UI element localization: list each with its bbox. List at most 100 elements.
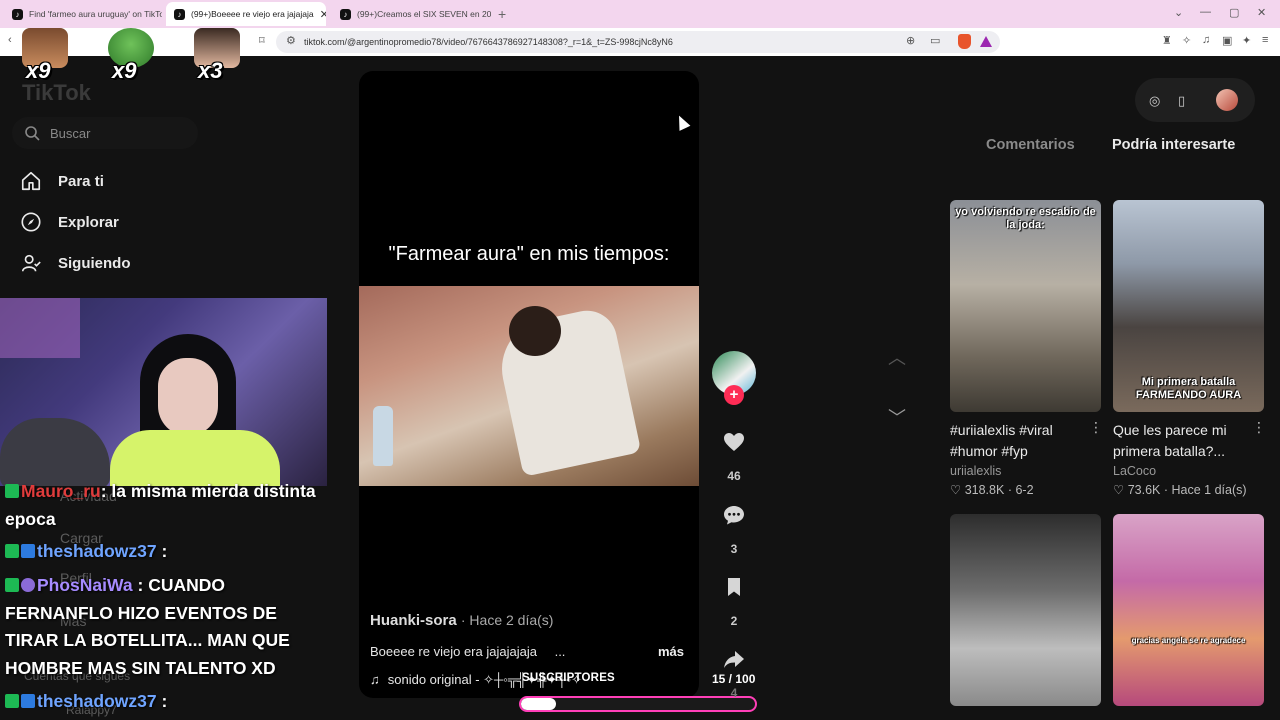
back-icon[interactable]: ‹	[8, 34, 12, 46]
new-tab-icon[interactable]: +	[498, 6, 506, 22]
sidebar-item-para-ti[interactable]: Para ti	[20, 170, 104, 192]
more-options-icon[interactable]: ⋮	[1089, 419, 1103, 436]
card-stats: ♡ 318.8K · 6-2	[950, 482, 1034, 497]
menu-icon[interactable]: ≡	[1262, 34, 1268, 46]
video-description: Boeeee re viejo era jajajajaja ...	[370, 644, 565, 659]
browser-tab-bar: ♪ Find 'farmeo aura uruguay' on TikTok ♪…	[0, 0, 1280, 28]
card-title[interactable]: #uriialexlis #viral #humor #fyp	[950, 420, 1094, 462]
maximize-icon[interactable]: ▢	[1229, 6, 1239, 19]
streamer-webcam	[0, 298, 327, 486]
more-options-icon[interactable]: ⋮	[1252, 419, 1266, 436]
avatar-badge	[21, 578, 35, 592]
heart-icon[interactable]	[722, 430, 746, 454]
kick-badge	[5, 484, 19, 498]
card-username[interactable]: LaCoco	[1113, 464, 1156, 478]
card-date: 6-2	[1015, 483, 1034, 497]
heart-outline-icon: ♡	[1113, 483, 1125, 497]
search-icon	[25, 126, 40, 141]
url-text: tiktok.com/@argentinopromedio78/video/76…	[304, 37, 673, 47]
card-likes: 73.6K	[1127, 483, 1161, 497]
recommended-video-card[interactable]: gracias angela se re agradece	[1113, 514, 1264, 706]
next-video-icon[interactable]: ﹀	[888, 404, 906, 430]
thumbnail-caption: yo volviendo re escabio de la joda:	[955, 206, 1096, 231]
description-text: Boeeee re viejo era jajajajaja	[370, 644, 537, 659]
follow-button[interactable]: +	[724, 385, 744, 405]
kick-badge	[5, 544, 19, 558]
window-close-icon[interactable]: ✕	[1257, 6, 1266, 19]
recommended-video-card[interactable]	[950, 514, 1101, 706]
stats-separator: ·	[1163, 483, 1169, 497]
share-count: 4	[730, 686, 738, 700]
streamer-face	[158, 358, 218, 436]
card-username[interactable]: uriialexlis	[950, 464, 1001, 478]
home-icon	[21, 171, 41, 191]
tiktok-icon: ♪	[12, 8, 23, 20]
description-ellipsis: ...	[554, 644, 566, 659]
led-light	[0, 298, 80, 358]
extension-icon[interactable]: ♜	[1162, 34, 1172, 47]
more-button[interactable]: más	[658, 644, 684, 659]
leo-icon[interactable]: ✦	[1242, 34, 1251, 47]
heart-outline-icon: ♡	[950, 483, 962, 497]
zoom-icon[interactable]: ⊕	[906, 34, 915, 47]
video-player[interactable]: "Farmear aura" en mis tiempos: Huanki-so…	[359, 71, 699, 698]
comment-count: 3	[730, 542, 738, 556]
subscriber-goal-fill	[521, 698, 557, 710]
brave-shields-icon[interactable]	[958, 34, 971, 49]
emote-counter-1: x9	[18, 28, 72, 83]
following-icon	[21, 254, 41, 272]
puzzle-icon[interactable]: ✧	[1182, 34, 1191, 47]
post-age: · Hace 2 día(s)	[460, 612, 554, 628]
tab-podria-interesarte[interactable]: Podría interesarte	[1112, 137, 1235, 153]
browser-tab-2[interactable]: ♪ (99+)Boeeee re viejo era jajajaja ✕	[166, 2, 326, 26]
coins-icon[interactable]: ◎	[1149, 93, 1160, 109]
browser-tab-1[interactable]: ♪ Find 'farmeo aura uruguay' on TikTok	[4, 2, 162, 26]
recommended-video-card[interactable]: yo volviendo re escabio de la joda: #uri…	[950, 200, 1103, 497]
wallet-icon[interactable]: ▣	[1222, 34, 1232, 47]
share-icon[interactable]	[722, 647, 746, 671]
site-info-icon[interactable]: ⚙	[286, 34, 296, 47]
video-frame	[359, 286, 699, 486]
chat-username: Mauro_ru	[21, 481, 101, 501]
minimize-icon[interactable]: —	[1200, 6, 1211, 18]
bookmark-icon[interactable]: ⌑	[259, 34, 265, 47]
recommended-video-card[interactable]: Mi primera batalla FARMEANDO AURA Que le…	[1113, 200, 1266, 497]
cast-icon[interactable]: ▭	[930, 34, 940, 47]
music-note-icon: ♫	[370, 672, 380, 687]
sub-badge	[21, 544, 35, 558]
sidebar-item-siguiendo[interactable]: Siguiendo	[20, 252, 131, 274]
video-author[interactable]: Huanki-sora · Hace 2 día(s)	[370, 612, 553, 629]
brave-rewards-icon[interactable]	[980, 36, 992, 47]
url-field[interactable]: tiktok.com/@argentinopromedio78/video/76…	[276, 31, 1000, 53]
phone-icon[interactable]: ▯	[1178, 93, 1185, 109]
user-avatar[interactable]	[1216, 89, 1238, 111]
video-overlay-text: "Farmear aura" en mis tiempos:	[388, 243, 670, 265]
tiktok-icon: ♪	[174, 8, 185, 20]
tab-search-icon[interactable]: ⌄	[1174, 6, 1183, 19]
close-icon[interactable]: ✕	[320, 8, 326, 21]
video-thumbnail[interactable]: Mi primera batalla FARMEANDO AURA	[1113, 200, 1264, 412]
tab-comentarios[interactable]: Comentarios	[986, 137, 1075, 153]
chat-message: theshadowz37 :	[5, 688, 333, 716]
video-thumbnail[interactable]: yo volviendo re escabio de la joda:	[950, 200, 1101, 412]
tab-title: (99+)Boeeee re viejo era jajajaja	[191, 9, 314, 19]
sub-badge	[21, 694, 35, 708]
bookmark-icon[interactable]	[722, 575, 746, 599]
card-title[interactable]: Que les parece mi primera batalla?...	[1113, 420, 1257, 462]
previous-video-icon[interactable]: ︿	[888, 344, 906, 370]
emote-counter-3: x3	[190, 28, 244, 83]
video-thumbnail[interactable]	[950, 514, 1101, 706]
tiktok-icon: ♪	[340, 8, 351, 20]
tab-title: Find 'farmeo aura uruguay' on TikTok	[29, 9, 162, 19]
subscriber-goal-count: 15 / 100	[712, 672, 756, 686]
water-bottle	[373, 406, 393, 466]
video-thumbnail[interactable]: gracias angela se re agradece	[1113, 514, 1264, 706]
search-input[interactable]: Buscar	[12, 117, 198, 149]
like-count: 46	[727, 469, 741, 483]
comment-icon[interactable]	[722, 503, 746, 527]
save-count: 2	[730, 614, 738, 628]
browser-tab-3[interactable]: ♪ (99+)Creamos el SIX SEVEN en 2014	[332, 2, 492, 26]
media-icon[interactable]: ♫	[1202, 34, 1210, 46]
sidebar-item-explorar[interactable]: Explorar	[20, 211, 119, 233]
card-date: Hace 1 día(s)	[1171, 483, 1247, 497]
